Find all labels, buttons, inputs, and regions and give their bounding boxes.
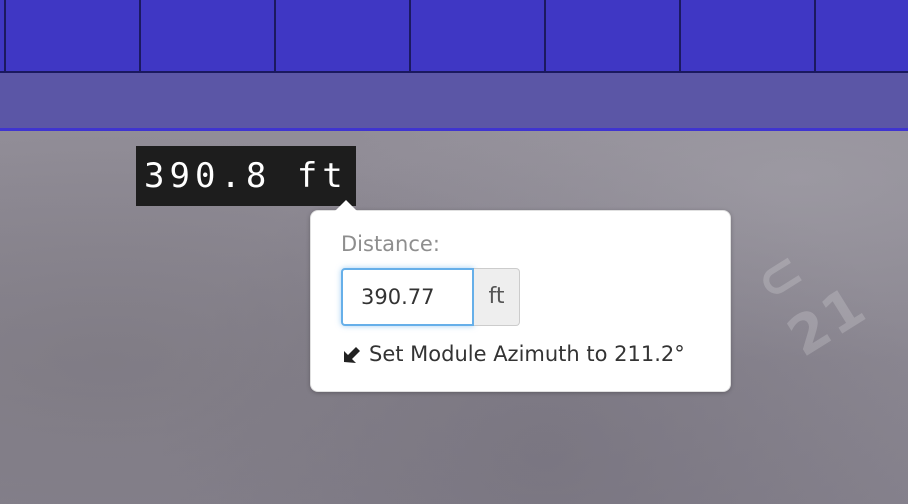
set-module-azimuth-label: Set Module Azimuth to 211.2° (369, 342, 685, 366)
solar-module[interactable] (141, 0, 276, 73)
distance-input-group: ft (341, 268, 520, 326)
solar-module[interactable] (6, 0, 141, 73)
measurement-label[interactable]: 390.8 ft (136, 146, 356, 206)
solar-module-row[interactable] (0, 0, 908, 73)
solar-module[interactable] (411, 0, 546, 73)
solar-module[interactable] (816, 0, 908, 73)
roof-marking: ⊂ 21 (743, 237, 878, 369)
arrow-down-left-icon (344, 347, 360, 363)
unit-addon: ft (474, 268, 520, 326)
distance-popover: Distance: ft Set Module Azimuth to 211.2… (310, 200, 731, 392)
popover-arrow (335, 200, 357, 211)
distance-input[interactable] (341, 268, 474, 326)
solar-array-setback[interactable] (0, 0, 908, 131)
solar-module[interactable] (546, 0, 681, 73)
solar-module[interactable] (681, 0, 816, 73)
solar-module[interactable] (276, 0, 411, 73)
set-module-azimuth-button[interactable]: Set Module Azimuth to 211.2° (341, 342, 685, 366)
distance-field-label: Distance: (341, 232, 440, 256)
